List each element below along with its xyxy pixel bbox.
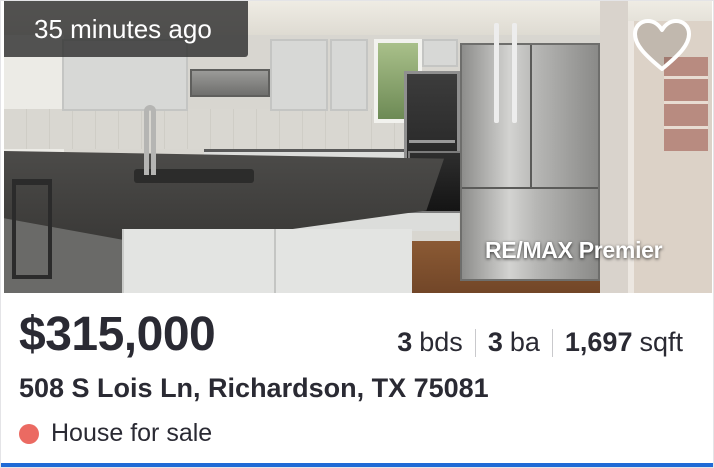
photo-faucet bbox=[144, 105, 156, 175]
photo-upper-cabinet bbox=[330, 39, 368, 111]
sqft-unit: sqft bbox=[639, 327, 683, 357]
photo-fridge-handle bbox=[512, 23, 517, 123]
facts-divider bbox=[474, 328, 476, 357]
heart-outline-icon bbox=[633, 19, 691, 71]
listing-status: House for sale bbox=[19, 419, 212, 448]
photo-fridge-handle bbox=[494, 23, 499, 123]
sqft-value: 1,697 bbox=[564, 327, 633, 357]
baths-unit: ba bbox=[509, 327, 540, 357]
home-facts: 3 bds 3 ba 1,697 sqft bbox=[397, 327, 683, 358]
time-on-market-badge: 35 minutes ago bbox=[4, 1, 248, 57]
beds-unit: bds bbox=[419, 327, 463, 357]
photo-microwave bbox=[190, 69, 270, 97]
facts-divider bbox=[551, 328, 553, 357]
save-home-button[interactable] bbox=[631, 17, 693, 75]
brokerage-name: RE/MAX Premier bbox=[485, 237, 663, 263]
beds-count: 3 bbox=[397, 327, 413, 357]
photo-upper-cabinet bbox=[270, 39, 328, 111]
photo-island bbox=[122, 229, 412, 293]
card-accent-bar bbox=[1, 463, 713, 467]
status-dot-icon bbox=[19, 423, 39, 444]
status-label: House for sale bbox=[51, 419, 213, 447]
listing-card[interactable]: 35 minutes ago RE/MAX Premier $315,000 3… bbox=[0, 0, 714, 468]
photo-backsplash bbox=[4, 109, 424, 149]
photo-chair bbox=[12, 179, 52, 279]
baths-count: 3 bbox=[487, 327, 503, 357]
listing-address[interactable]: 508 S Lois Ln, Richardson, TX 75081 bbox=[19, 373, 489, 404]
photo-upper-cabinet bbox=[422, 39, 458, 67]
listing-price: $315,000 bbox=[19, 308, 216, 361]
